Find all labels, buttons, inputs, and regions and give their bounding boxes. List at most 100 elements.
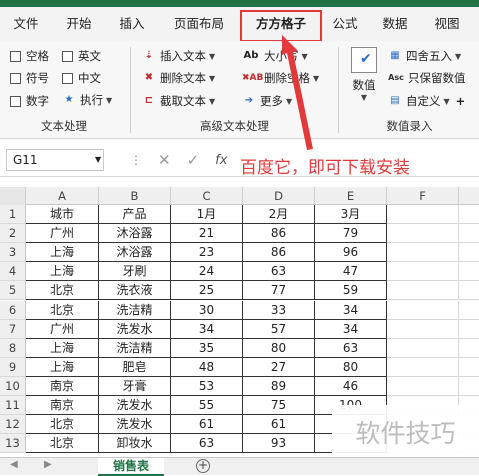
table-cell[interactable]: 牙刷 bbox=[99, 262, 171, 282]
table-cell[interactable]: 广州 bbox=[26, 319, 99, 339]
header-cell[interactable]: 产品 bbox=[99, 205, 171, 225]
row-header[interactable]: 10 bbox=[0, 376, 26, 396]
table-cell[interactable]: 24 bbox=[171, 262, 243, 282]
chevron-down-icon[interactable]: ▼ bbox=[95, 150, 101, 170]
table-cell[interactable]: 北京 bbox=[26, 434, 99, 454]
table-cell[interactable]: 96 bbox=[315, 243, 387, 263]
column-header[interactable]: F bbox=[387, 187, 459, 205]
empty-cell[interactable] bbox=[387, 262, 459, 282]
empty-cell[interactable] bbox=[459, 339, 479, 358]
row-header[interactable]: 3 bbox=[0, 243, 26, 263]
tab-insert[interactable]: 插入 bbox=[106, 7, 158, 41]
table-cell[interactable]: 63 bbox=[243, 262, 315, 282]
empty-cell[interactable] bbox=[387, 205, 459, 225]
table-cell[interactable]: 23 bbox=[171, 243, 243, 263]
checkbox-chinese[interactable]: 中文 bbox=[62, 70, 101, 86]
table-cell[interactable]: 79 bbox=[315, 224, 387, 244]
row-header[interactable]: 11 bbox=[0, 396, 26, 416]
number-value-button[interactable]: ✔ 数值 ▼ bbox=[346, 47, 382, 102]
table-cell[interactable]: 75 bbox=[243, 396, 315, 416]
empty-cell[interactable] bbox=[387, 338, 459, 358]
table-cell[interactable]: 洗发水 bbox=[99, 415, 171, 435]
table-cell[interactable]: 93 bbox=[243, 434, 315, 454]
table-cell[interactable]: 牙膏 bbox=[99, 376, 171, 396]
table-cell[interactable]: 46 bbox=[315, 376, 387, 396]
empty-cell[interactable] bbox=[387, 300, 459, 320]
table-cell[interactable]: 北京 bbox=[26, 300, 99, 320]
empty-cell[interactable] bbox=[459, 358, 479, 377]
table-cell[interactable]: 34 bbox=[171, 319, 243, 339]
custom-button[interactable]: ▤ 自定义 ▼ + bbox=[388, 93, 465, 109]
column-header[interactable]: C bbox=[171, 187, 243, 205]
extract-text-button[interactable]: ⊏ 截取文本 ▼ bbox=[142, 93, 215, 109]
scroll-right-icon[interactable]: ▶ bbox=[44, 459, 52, 470]
tab-fangfang[interactable]: 方方格子 bbox=[240, 7, 322, 41]
table-cell[interactable]: 33 bbox=[243, 300, 315, 320]
empty-cell[interactable] bbox=[459, 301, 479, 320]
table-cell[interactable]: 洗洁精 bbox=[99, 338, 171, 358]
row-header[interactable]: 8 bbox=[0, 338, 26, 358]
row-header[interactable]: 12 bbox=[0, 415, 26, 435]
empty-cell[interactable] bbox=[459, 377, 479, 396]
column-header[interactable]: B bbox=[99, 187, 171, 205]
table-cell[interactable]: 上海 bbox=[26, 262, 99, 282]
table-cell[interactable]: 沐浴露 bbox=[99, 224, 171, 244]
table-cell[interactable]: 63 bbox=[171, 434, 243, 454]
table-cell[interactable]: 广州 bbox=[26, 224, 99, 244]
table-cell[interactable]: 47 bbox=[315, 262, 387, 282]
table-cell[interactable]: 25 bbox=[171, 281, 243, 301]
table-cell[interactable]: 86 bbox=[243, 224, 315, 244]
table-cell[interactable]: 55 bbox=[171, 396, 243, 416]
table-cell[interactable]: 34 bbox=[315, 300, 387, 320]
scroll-left-icon[interactable]: ◀ bbox=[10, 459, 18, 470]
empty-cell[interactable] bbox=[387, 319, 459, 339]
row-header[interactable]: 4 bbox=[0, 262, 26, 282]
table-cell[interactable]: 34 bbox=[315, 319, 387, 339]
header-cell[interactable]: 1月 bbox=[171, 205, 243, 225]
table-cell[interactable]: 南京 bbox=[26, 396, 99, 416]
table-cell[interactable]: 北京 bbox=[26, 281, 99, 301]
table-cell[interactable]: 30 bbox=[171, 300, 243, 320]
table-cell[interactable]: 肥皂 bbox=[99, 357, 171, 377]
row-header[interactable]: 7 bbox=[0, 319, 26, 339]
table-cell[interactable]: 沐浴露 bbox=[99, 243, 171, 263]
round-button[interactable]: ▦ 四舍五入 ▼ bbox=[388, 48, 461, 64]
select-all-corner[interactable] bbox=[0, 187, 26, 205]
table-cell[interactable]: 53 bbox=[171, 376, 243, 396]
column-header[interactable]: E bbox=[315, 187, 387, 205]
checkbox-box[interactable] bbox=[10, 72, 21, 84]
cancel-icon[interactable]: ✕ bbox=[158, 151, 171, 169]
more-button[interactable]: ➔ 更多 ▼ bbox=[242, 93, 292, 109]
checkbox-space[interactable]: 空格 bbox=[10, 48, 49, 64]
table-cell[interactable]: 63 bbox=[315, 338, 387, 358]
column-header[interactable]: D bbox=[243, 187, 315, 205]
table-cell[interactable]: 59 bbox=[315, 281, 387, 301]
tab-data[interactable]: 数据 bbox=[368, 7, 422, 41]
tab-home[interactable]: 开始 bbox=[52, 7, 106, 41]
checkbox-box[interactable] bbox=[62, 50, 73, 62]
table-cell[interactable]: 上海 bbox=[26, 243, 99, 263]
case-button[interactable]: Ab 大小写 ▼ bbox=[242, 48, 308, 64]
name-box[interactable]: G11 ▼ bbox=[6, 149, 104, 171]
plus-icon[interactable]: + bbox=[456, 94, 466, 108]
table-cell[interactable]: 61 bbox=[171, 415, 243, 435]
row-header[interactable]: 13 bbox=[0, 434, 26, 454]
table-cell[interactable]: 80 bbox=[243, 338, 315, 358]
tab-formulas[interactable]: 公式 bbox=[322, 7, 368, 41]
table-cell[interactable]: 洗洁精 bbox=[99, 300, 171, 320]
table-cell[interactable]: 77 bbox=[243, 281, 315, 301]
empty-cell[interactable] bbox=[459, 262, 479, 282]
insert-text-button[interactable]: ⇣ 插入文本 ▼ bbox=[142, 48, 215, 64]
table-cell[interactable]: 80 bbox=[315, 357, 387, 377]
empty-cell[interactable] bbox=[387, 224, 459, 244]
keep-value-button[interactable]: Asc 只保留数值 bbox=[388, 70, 465, 86]
table-cell[interactable]: 48 bbox=[171, 357, 243, 377]
checkbox-english[interactable]: 英文 bbox=[62, 48, 101, 64]
empty-cell[interactable] bbox=[387, 243, 459, 263]
empty-cell[interactable] bbox=[387, 357, 459, 377]
tab-file[interactable]: 文件 bbox=[0, 7, 52, 41]
empty-cell[interactable] bbox=[459, 243, 479, 263]
checkbox-box[interactable] bbox=[10, 95, 21, 107]
sheet-tab[interactable]: 销售表 bbox=[98, 458, 164, 476]
table-cell[interactable]: 89 bbox=[243, 376, 315, 396]
